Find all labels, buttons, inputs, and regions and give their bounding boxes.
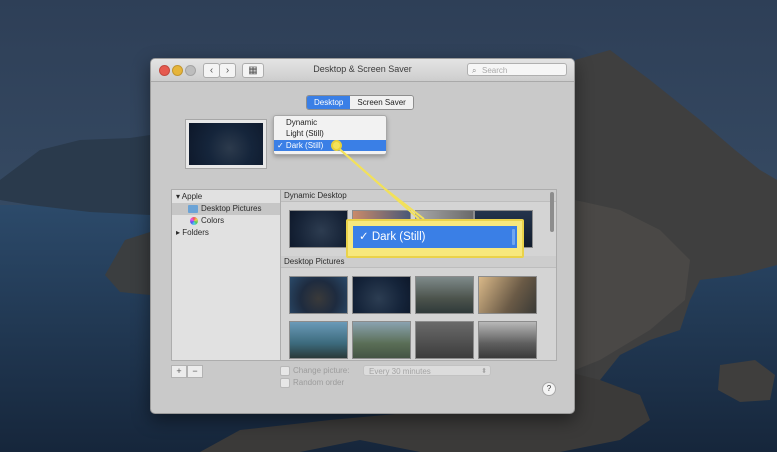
callout-anchor-dot bbox=[331, 140, 342, 151]
scroll-indicator bbox=[512, 229, 515, 245]
zoom-callout: ✓ Dark (Still) bbox=[346, 219, 524, 258]
callout-label: ✓ Dark (Still) bbox=[359, 231, 426, 243]
callout-dark-still: ✓ Dark (Still) bbox=[353, 226, 517, 248]
